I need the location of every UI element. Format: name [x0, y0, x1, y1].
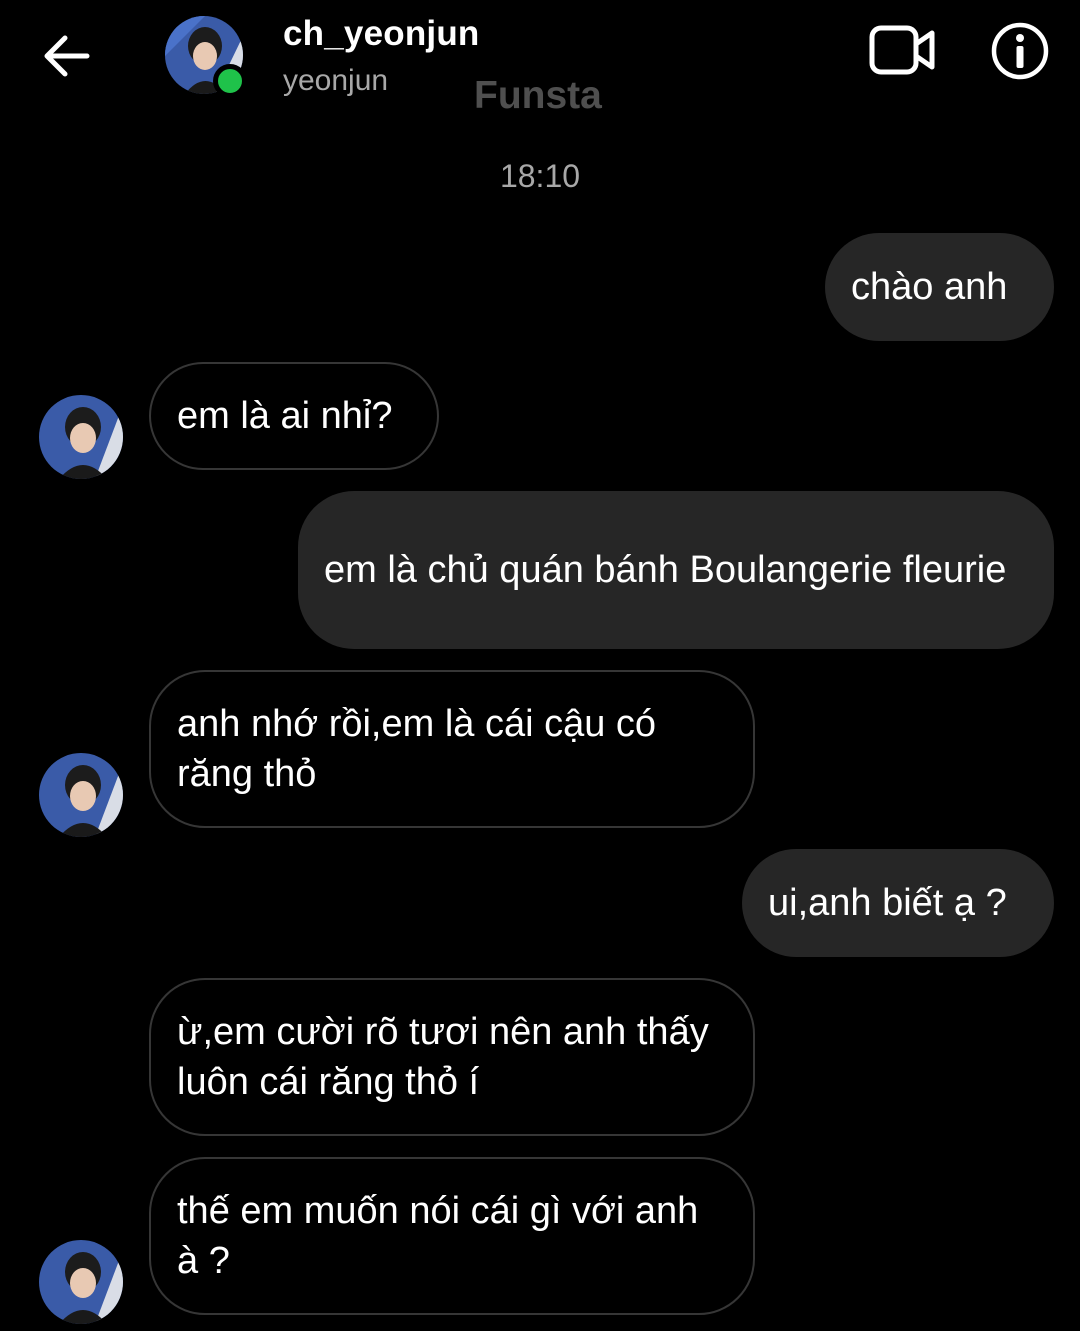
received-message[interactable]: anh nhớ rồi,em là cái cậu có răng thỏ: [149, 670, 755, 828]
received-message[interactable]: ừ,em cười rõ tươi nên anh thấy luôn cái …: [149, 978, 755, 1136]
sent-message[interactable]: ui,anh biết ạ ?: [742, 849, 1054, 957]
info-button[interactable]: [990, 21, 1050, 81]
header-label: Funsta: [474, 74, 602, 117]
received-message[interactable]: thế em muốn nói cái gì với anh à ?: [149, 1157, 755, 1315]
video-camera-icon: [869, 25, 935, 75]
online-status-dot: [213, 64, 247, 98]
header-subtitle: yeonjun: [283, 64, 389, 97]
dm-screen: ch_yeonjun yeonjun Funsta 18:10 chào anh…: [0, 0, 1080, 1331]
video-call-button[interactable]: [868, 22, 938, 78]
sent-message[interactable]: chào anh: [825, 233, 1054, 341]
message-timestamp: 18:10: [499, 158, 581, 194]
header-avatar[interactable]: [165, 16, 247, 98]
header-username[interactable]: ch_yeonjun: [283, 14, 479, 54]
received-message[interactable]: em là ai nhỉ?: [149, 362, 439, 470]
sender-avatar[interactable]: [39, 753, 123, 837]
sent-message[interactable]: em là chủ quán bánh Boulangerie fleurie: [298, 491, 1054, 649]
info-icon: [991, 22, 1049, 80]
sender-avatar[interactable]: [39, 1240, 123, 1324]
arrow-left-icon: [44, 35, 90, 77]
sender-avatar[interactable]: [39, 395, 123, 479]
back-button[interactable]: [36, 28, 96, 84]
